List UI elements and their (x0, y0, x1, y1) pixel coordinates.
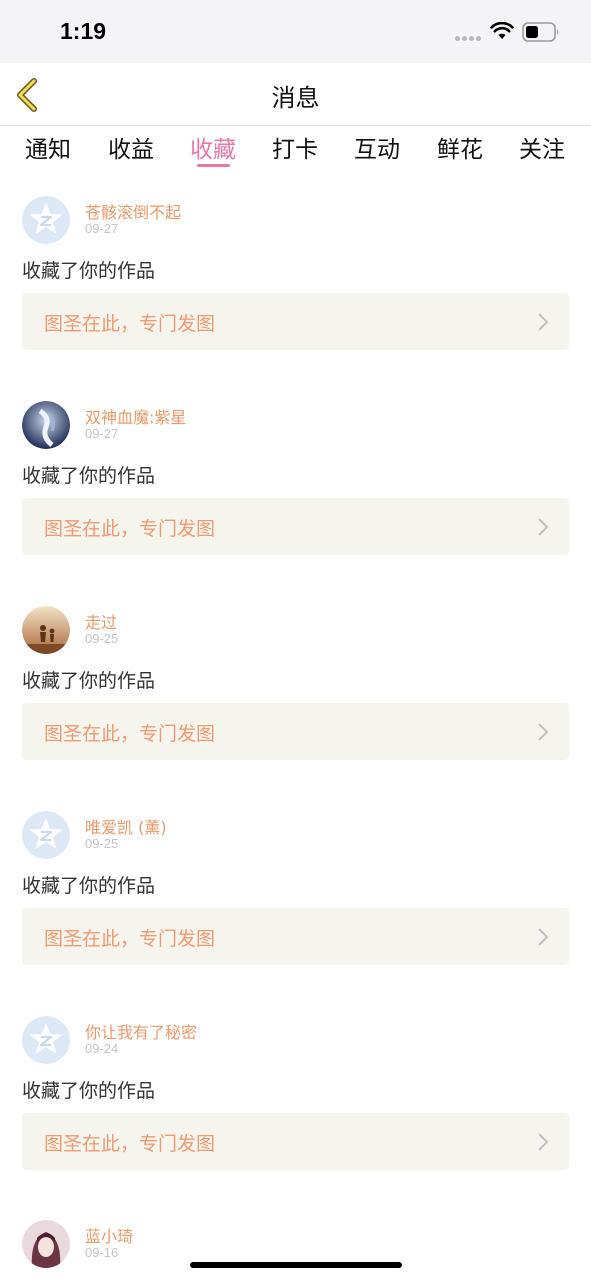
tab-notifications[interactable]: 通知 (18, 130, 78, 164)
action-text: 收藏了你的作品 (22, 1080, 156, 1102)
message-card: 蓝小琦 09-16 (0, 1200, 591, 1280)
work-title: 图圣在此，专门发图 (44, 723, 216, 745)
work-link[interactable]: 图圣在此，专门发图 (22, 1113, 569, 1170)
work-title: 图圣在此，专门发图 (44, 1133, 216, 1155)
action-text: 收藏了你的作品 (22, 260, 156, 282)
tab-bar: 通知 收益 收藏 打卡 互动 鲜花 关注 (0, 126, 591, 176)
username[interactable]: 蓝小琦 (85, 1223, 133, 1247)
default-avatar-icon[interactable] (22, 811, 70, 859)
username[interactable]: 唯爱凯 (薰) (85, 814, 167, 838)
action-text: 收藏了你的作品 (22, 875, 156, 897)
nav-bar: 消息 (0, 63, 591, 126)
work-link[interactable]: 图圣在此，专门发图 (22, 293, 569, 350)
tab-following[interactable]: 关注 (512, 130, 572, 164)
chevron-right-icon (538, 518, 549, 536)
message-card: 走过 09-25 收藏了你的作品 图圣在此，专门发图 (0, 586, 591, 791)
user-avatar-anime[interactable] (22, 401, 70, 449)
username[interactable]: 苍骸滚倒不起 (85, 199, 181, 223)
message-card: 你让我有了秘密 09-24 收藏了你的作品 图圣在此，专门发图 (0, 996, 591, 1201)
user-avatar-girl[interactable] (22, 1220, 70, 1268)
action-text: 收藏了你的作品 (22, 670, 156, 692)
tab-favorites[interactable]: 收藏 (183, 130, 243, 164)
username[interactable]: 你让我有了秘密 (85, 1019, 197, 1043)
work-link[interactable]: 图圣在此，专门发图 (22, 498, 569, 555)
wifi-icon (490, 22, 514, 39)
action-text: 收藏了你的作品 (22, 465, 156, 487)
status-bar: 1:19 (0, 0, 591, 63)
default-avatar-icon[interactable] (22, 1016, 70, 1064)
chevron-right-icon (538, 313, 549, 331)
chevron-right-icon (538, 1133, 549, 1151)
message-date: 09-25 (85, 836, 119, 851)
work-title: 图圣在此，专门发图 (44, 928, 216, 950)
home-indicator[interactable] (190, 1262, 402, 1268)
tab-flowers[interactable]: 鲜花 (430, 130, 490, 164)
chevron-right-icon (538, 928, 549, 946)
work-title: 图圣在此，专门发图 (44, 518, 216, 540)
work-title: 图圣在此，专门发图 (44, 313, 216, 335)
active-tab-indicator (197, 164, 230, 167)
message-card: 双神血魔:紫星 09-27 收藏了你的作品 图圣在此，专门发图 (0, 381, 591, 586)
message-date: 09-25 (85, 631, 119, 646)
message-card: 唯爱凯 (薰) 09-25 收藏了你的作品 图圣在此，专门发图 (0, 791, 591, 996)
signal-icon (455, 36, 483, 41)
tab-interactions[interactable]: 互动 (347, 130, 407, 164)
work-link[interactable]: 图圣在此，专门发图 (22, 703, 569, 760)
message-date: 09-24 (85, 1041, 119, 1056)
tab-earnings[interactable]: 收益 (101, 130, 161, 164)
message-date: 09-27 (85, 221, 119, 236)
status-time: 1:19 (60, 18, 107, 44)
message-date: 09-27 (85, 426, 119, 441)
message-date: 09-16 (85, 1245, 119, 1260)
chevron-right-icon (538, 723, 549, 741)
message-card: 苍骸滚倒不起 09-27 收藏了你的作品 图圣在此，专门发图 (0, 176, 591, 381)
page-title: 消息 (271, 84, 320, 112)
default-avatar-icon[interactable] (22, 196, 70, 244)
work-link[interactable]: 图圣在此，专门发图 (22, 908, 569, 965)
battery-icon (522, 22, 559, 42)
username[interactable]: 双神血魔:紫星 (85, 404, 186, 428)
user-avatar-sunset[interactable] (22, 606, 70, 654)
username[interactable]: 走过 (85, 609, 117, 633)
tab-checkin[interactable]: 打卡 (265, 130, 325, 164)
